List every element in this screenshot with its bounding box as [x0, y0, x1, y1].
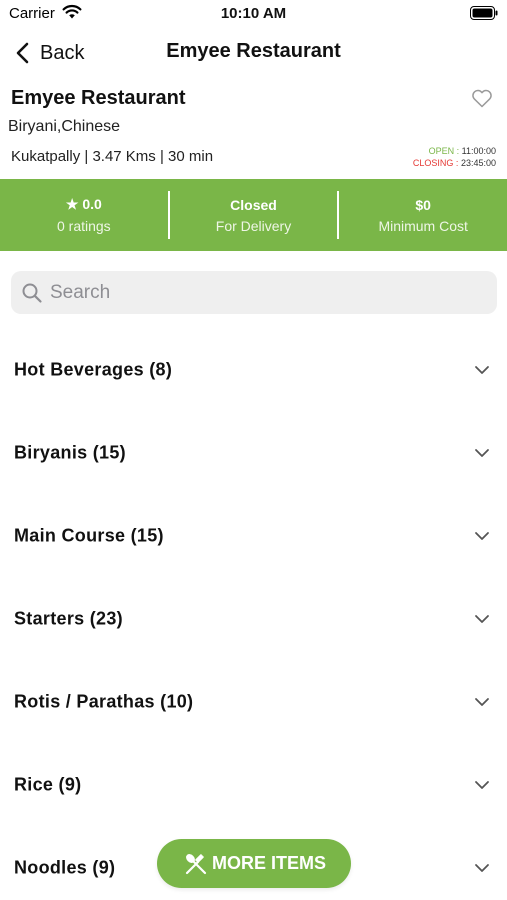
chevron-down-icon — [475, 614, 489, 623]
location-distance-text: Kukatpally | 3.47 Kms | 30 min — [11, 148, 214, 165]
category-row-hot-beverages[interactable]: Hot Beverages (8) — [0, 328, 507, 411]
more-items-button[interactable]: MORE ITEMS — [157, 839, 351, 888]
delivery-status-cell: Closed For Delivery — [170, 179, 338, 251]
minimum-cost-cell: $0 Minimum Cost — [339, 179, 507, 251]
chevron-down-icon — [475, 863, 489, 872]
chevron-down-icon — [475, 531, 489, 540]
category-row-rotis-parathas[interactable]: Rotis / Parathas (10) — [0, 660, 507, 743]
clock: 10:10 AM — [220, 5, 287, 22]
closing-label: CLOSING : — [412, 158, 459, 168]
delivery-status-sub: For Delivery — [215, 217, 292, 234]
battery-icon — [470, 6, 498, 20]
category-label: Noodles (9) — [14, 857, 116, 877]
category-label: Hot Beverages (8) — [14, 359, 173, 379]
category-row-starters[interactable]: Starters (23) — [0, 577, 507, 660]
category-label: Biryanis (15) — [14, 442, 126, 462]
category-label: Main Course (15) — [14, 525, 164, 545]
status-bar: Carrier 10:10 AM — [0, 0, 507, 28]
chevron-down-icon — [475, 697, 489, 706]
closing-hours-row: CLOSING : 23:45:00 — [413, 157, 496, 169]
open-label: OPEN : — [428, 146, 460, 156]
category-row-main-course[interactable]: Main Course (15) — [0, 494, 507, 577]
category-label: Rotis / Parathas (10) — [14, 691, 194, 711]
open-time: 11:00:00 — [461, 146, 496, 156]
more-items-label: MORE ITEMS — [211, 853, 326, 873]
delivery-status: Closed — [230, 196, 277, 213]
rating-value: ★ 0.0 — [65, 196, 102, 212]
heart-icon[interactable] — [470, 86, 494, 110]
opening-hours: OPEN : 11:00:00 CLOSING : 23:45:00 — [413, 145, 496, 169]
chevron-down-icon — [475, 365, 489, 374]
category-label: Starters (23) — [14, 608, 123, 628]
search-icon — [22, 283, 42, 303]
chevron-down-icon — [475, 448, 489, 457]
minimum-cost-label: Minimum Cost — [378, 217, 468, 234]
ratings-count: 0 ratings — [56, 218, 111, 234]
closing-time: 23:45:00 — [460, 158, 496, 168]
restaurant-info-bar: ★ 0.0 0 ratings Closed For Delivery $0 M… — [0, 179, 507, 251]
category-label: Rice (9) — [14, 774, 82, 794]
restaurant-name: Emyee Restaurant — [11, 87, 186, 109]
page-title: Emyee Restaurant — [166, 40, 341, 62]
cuisine-text: Biryani,Chinese — [8, 118, 121, 135]
open-hours-row: OPEN : 11:00:00 — [413, 145, 496, 157]
search-bar[interactable] — [11, 271, 497, 314]
minimum-cost-value: $0 — [415, 196, 431, 213]
category-row-biryanis[interactable]: Biryanis (15) — [0, 411, 507, 494]
navigation-bar: Back Emyee Restaurant — [0, 30, 507, 76]
fork-spoon-icon — [185, 853, 207, 874]
search-input[interactable] — [50, 281, 470, 304]
rating-cell: ★ 0.0 0 ratings — [0, 179, 168, 251]
category-row-rice[interactable]: Rice (9) — [0, 743, 507, 826]
chevron-down-icon — [475, 780, 489, 789]
